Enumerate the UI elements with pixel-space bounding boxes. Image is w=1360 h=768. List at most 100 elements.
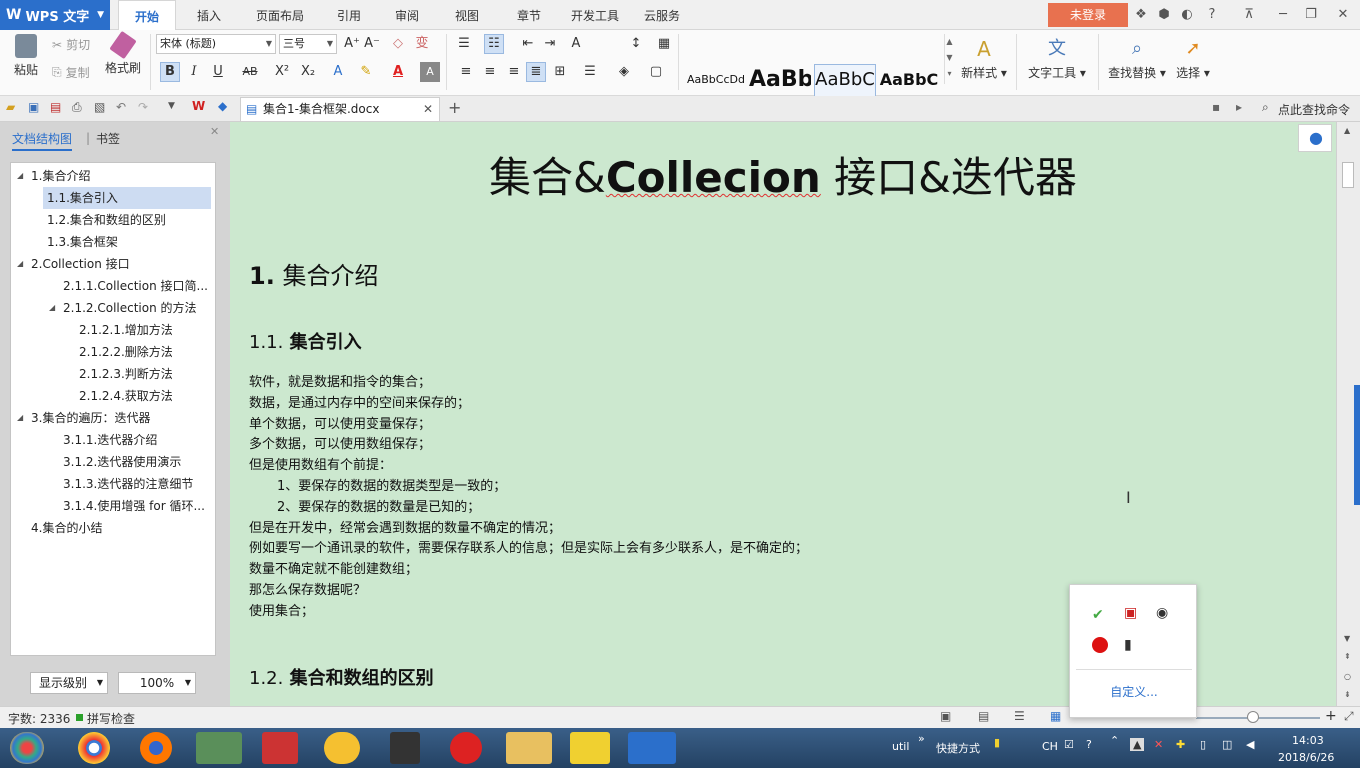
outline-item[interactable]: 1.1.集合引入 bbox=[43, 187, 211, 209]
location-pin-button[interactable]: ● bbox=[1298, 124, 1332, 152]
close-icon[interactable]: ✕ bbox=[1334, 6, 1352, 24]
increase-indent-icon[interactable]: ⇥ bbox=[540, 34, 560, 54]
volume-icon[interactable]: ◀ bbox=[1246, 738, 1254, 751]
zoom-in-icon[interactable]: + bbox=[1325, 708, 1337, 724]
cube-icon[interactable]: ◆ bbox=[218, 99, 227, 113]
outline-item[interactable]: 2.1.2.2.删除方法 bbox=[75, 341, 211, 363]
wps-home-icon[interactable]: W bbox=[192, 99, 205, 113]
outline-item[interactable]: 2.1.2.3.判断方法 bbox=[75, 363, 211, 385]
shortcut-label[interactable]: 快捷方式 bbox=[936, 740, 980, 756]
numbered-list-icon[interactable]: ☷ bbox=[484, 34, 504, 54]
tab-7[interactable]: 开发工具 bbox=[562, 0, 628, 30]
tab-doc-structure[interactable]: 文档结构图 bbox=[12, 130, 73, 151]
firefox-icon[interactable] bbox=[140, 732, 172, 764]
print-icon[interactable]: ⎙ bbox=[72, 100, 82, 115]
outline-item[interactable]: 3.1.4.使用增强 for 循环... bbox=[59, 495, 211, 517]
level-combo[interactable]: 显示级别 ▼ bbox=[30, 672, 108, 694]
distributed-icon[interactable]: ⊞ bbox=[550, 62, 570, 82]
zoom-slider-thumb[interactable] bbox=[1247, 711, 1259, 723]
decrease-indent-icon[interactable]: ⇤ bbox=[518, 34, 538, 54]
share-icon[interactable]: ◐ bbox=[1178, 6, 1196, 24]
tray-add-icon[interactable]: ✚ bbox=[1176, 738, 1185, 751]
copy-button[interactable]: ⎘ 复制 bbox=[52, 64, 90, 81]
editor-icon[interactable] bbox=[262, 732, 298, 764]
comment-icon[interactable]: ▪ bbox=[1212, 100, 1220, 114]
clear-format-icon[interactable]: ◇ bbox=[388, 34, 408, 54]
font-size-combo[interactable]: 三号 ▼ bbox=[279, 34, 337, 54]
justify-icon[interactable]: ≣ bbox=[526, 62, 546, 82]
spell-check[interactable]: 拼写检查 bbox=[87, 710, 135, 727]
folder-icon[interactable]: ▮ bbox=[994, 736, 1000, 749]
next-page-icon[interactable]: ⇟ bbox=[1344, 690, 1351, 699]
chat-icon[interactable] bbox=[324, 732, 360, 764]
side-panel-toggle[interactable] bbox=[1354, 385, 1360, 505]
help-button[interactable]: ? bbox=[1202, 6, 1222, 24]
tab-3[interactable]: 引用 bbox=[322, 0, 376, 30]
font-color-icon[interactable]: A bbox=[388, 62, 408, 82]
util-label[interactable]: util bbox=[892, 740, 909, 753]
tray-up-icon[interactable]: ⌃ bbox=[1110, 734, 1119, 747]
strikethrough-icon[interactable]: AB bbox=[240, 62, 260, 82]
outline-item[interactable]: 2.1.2.Collection 的方法 bbox=[59, 297, 211, 319]
web-view-icon[interactable]: ▦ bbox=[1050, 709, 1061, 723]
outline-item[interactable]: 3.1.1.迭代器介绍 bbox=[59, 429, 211, 451]
outline-item[interactable]: 1.集合介绍 bbox=[27, 165, 211, 187]
tab-6[interactable]: 章节 bbox=[504, 0, 554, 30]
tray-help-icon[interactable]: ? bbox=[1086, 738, 1092, 751]
align-center-icon[interactable]: ≡ bbox=[480, 62, 500, 82]
paste-button[interactable]: 粘贴 bbox=[6, 34, 46, 78]
collapse-toggle-icon[interactable]: ◢ bbox=[17, 413, 23, 422]
char-shading-icon[interactable]: A bbox=[420, 62, 440, 82]
shrink-font-icon[interactable]: A⁻ bbox=[362, 34, 382, 54]
italic-icon[interactable]: I bbox=[184, 62, 204, 82]
spring-icon[interactable] bbox=[196, 732, 242, 764]
phonetic-icon[interactable]: 变 bbox=[412, 34, 432, 54]
collapse-toggle-icon[interactable]: ◢ bbox=[49, 303, 55, 312]
highlight-icon[interactable]: ✎ bbox=[356, 62, 376, 82]
explorer-icon[interactable] bbox=[506, 732, 552, 764]
minimize-icon[interactable]: ─ bbox=[1274, 6, 1292, 24]
select-browse-icon[interactable]: ○ bbox=[1344, 672, 1351, 681]
collapse-toggle-icon[interactable]: ◢ bbox=[17, 171, 23, 180]
tray-wifi-icon[interactable]: ◫ bbox=[1222, 738, 1232, 751]
redo-icon[interactable]: ↷ bbox=[138, 100, 148, 114]
outline-item[interactable]: 3.集合的遍历：迭代器 bbox=[27, 407, 211, 429]
nav-zoom-combo[interactable]: 100% ▼ bbox=[118, 672, 196, 694]
tray-disc-icon[interactable]: ◉ bbox=[1156, 605, 1168, 621]
lang-indicator[interactable]: CH bbox=[1042, 740, 1058, 753]
outline-item[interactable]: 1.2.集合和数组的区别 bbox=[43, 209, 211, 231]
tab-bookmark[interactable]: 书签 bbox=[96, 130, 120, 147]
outline-item[interactable]: 4.集合的小结 bbox=[27, 517, 211, 539]
tray-error-icon[interactable]: ▣ bbox=[1124, 605, 1137, 621]
bold-icon[interactable]: B bbox=[160, 62, 180, 82]
chevron-right-icon[interactable]: » bbox=[918, 732, 925, 745]
outline-item[interactable]: 2.Collection 接口 bbox=[27, 253, 211, 275]
tab-1[interactable]: 插入 bbox=[180, 0, 238, 30]
settings-icon[interactable]: ⬢ bbox=[1155, 6, 1173, 24]
outline-item[interactable]: 2.1.1.Collection 接口简... bbox=[59, 275, 211, 297]
select-button[interactable]: ➚ 选择 ▾ bbox=[1172, 34, 1214, 81]
chevron-down-icon[interactable]: ▼ bbox=[168, 101, 175, 111]
chinese-layout-icon[interactable]: A bbox=[566, 34, 586, 54]
expand-icon[interactable]: ⤢ bbox=[1344, 709, 1354, 724]
collapse-toggle-icon[interactable]: ◢ bbox=[17, 259, 23, 268]
chrome-icon[interactable] bbox=[78, 732, 110, 764]
page-view-icon[interactable]: ▤ bbox=[978, 709, 989, 723]
tab-5[interactable]: 视图 bbox=[440, 0, 494, 30]
tray-device-icon[interactable]: ▯ bbox=[1200, 738, 1206, 751]
document-tab[interactable]: ▤ 集合1-集合框架.docx ✕ bbox=[240, 97, 440, 121]
close-tab-icon[interactable]: ✕ bbox=[423, 98, 433, 120]
save-icon[interactable]: ▣ bbox=[28, 100, 39, 114]
clock-time[interactable]: 14:03 bbox=[1292, 734, 1324, 747]
outline-item[interactable]: 3.1.3.迭代器的注意细节 bbox=[59, 473, 211, 495]
shading-icon[interactable]: ◈ bbox=[614, 62, 634, 82]
scroll-up-icon[interactable]: ▲ bbox=[1344, 126, 1350, 135]
arrow-icon[interactable]: ▸ bbox=[1236, 100, 1242, 114]
music-icon[interactable] bbox=[450, 732, 482, 764]
close-icon[interactable]: ✕ bbox=[210, 125, 219, 138]
tab-8[interactable]: 云服务 bbox=[634, 0, 690, 30]
style-scroll-icon[interactable]: ▲ ▼ ▾ bbox=[944, 34, 954, 84]
outline-view-icon[interactable]: ☰ bbox=[1014, 709, 1025, 723]
tab-4[interactable]: 审阅 bbox=[380, 0, 434, 30]
word-count[interactable]: 字数: 2336 bbox=[8, 710, 70, 727]
